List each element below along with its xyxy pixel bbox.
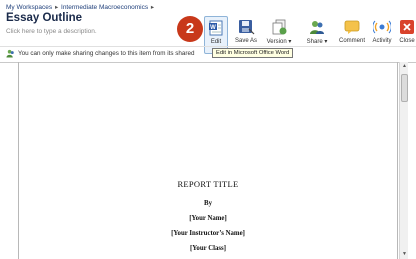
close-icon bbox=[400, 20, 414, 34]
breadcrumb: My Workspaces ▸ Intermediate Macroeconom… bbox=[6, 3, 155, 11]
description-field[interactable]: Click here to type a description. bbox=[6, 28, 97, 35]
comment-label: Comment bbox=[338, 38, 365, 44]
breadcrumb-separator: ▸ bbox=[54, 4, 59, 11]
activity-icon bbox=[373, 20, 391, 34]
comment-icon bbox=[344, 20, 360, 34]
class-name: [Your Class] bbox=[190, 245, 226, 252]
instructor-name: [Your Instructor’s Name] bbox=[171, 230, 245, 237]
close-label: Close bbox=[399, 38, 415, 44]
scroll-up-arrow-icon[interactable]: ▲ bbox=[400, 62, 409, 71]
save-as-icon bbox=[239, 20, 255, 35]
edit-tooltip: Edit in Microsoft Office Word bbox=[212, 48, 294, 58]
share-icon bbox=[310, 21, 324, 34]
scroll-down-arrow-icon[interactable]: ▼ bbox=[400, 250, 409, 259]
scroll-thumb[interactable] bbox=[401, 74, 408, 102]
share-label: Share ▾ bbox=[306, 39, 328, 45]
vertical-scrollbar[interactable]: ▲ ▼ bbox=[399, 62, 408, 259]
breadcrumb-course[interactable]: Intermediate Macroeconomics bbox=[61, 4, 148, 11]
author-name: [Your Name] bbox=[189, 215, 227, 222]
by-line: By bbox=[204, 200, 212, 207]
edit-word-icon: W bbox=[209, 20, 223, 36]
breadcrumb-my-workspaces[interactable]: My Workspaces bbox=[6, 4, 52, 11]
version-label: Version ▾ bbox=[266, 39, 292, 45]
shared-users-icon bbox=[6, 49, 14, 58]
page-title: Essay Outline bbox=[6, 12, 83, 24]
breadcrumb-separator: ▸ bbox=[150, 4, 155, 11]
report-title: REPORT TITLE bbox=[177, 179, 239, 189]
activity-label: Activity bbox=[372, 38, 392, 44]
version-icon bbox=[272, 19, 287, 35]
page-right-edge bbox=[397, 62, 398, 259]
save-as-label: Save As bbox=[234, 38, 257, 44]
sharing-notice-text: You can only make sharing changes to thi… bbox=[18, 50, 195, 57]
svg-text:W: W bbox=[210, 25, 216, 31]
sharing-notice-bar: You can only make sharing changes to thi… bbox=[0, 46, 416, 60]
edit-label: Edit bbox=[210, 39, 222, 45]
step-badge: 2 bbox=[177, 16, 203, 42]
